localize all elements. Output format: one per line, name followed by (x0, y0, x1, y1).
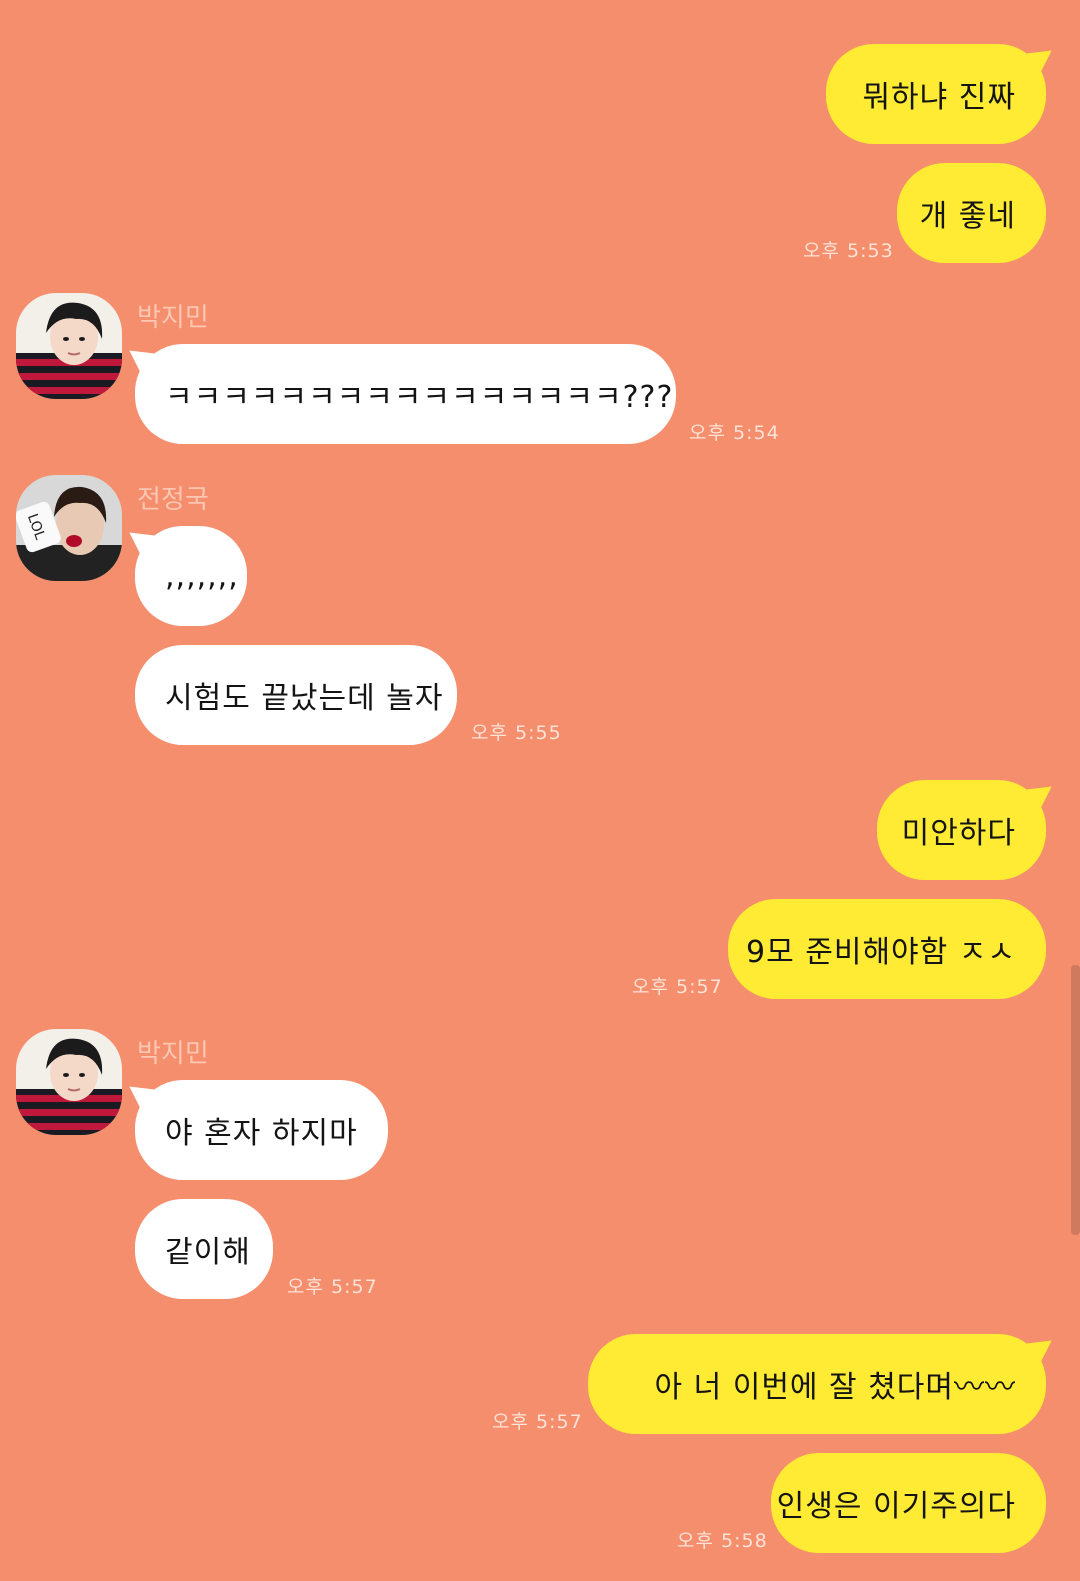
message-bubble-received[interactable]: 시험도 끝났는데 놀자 (135, 645, 457, 745)
message-bubble-sent[interactable]: 아 너 이번에 잘 쳤다며〰〰 (588, 1334, 1046, 1434)
message-text: ㅋㅋㅋㅋㅋㅋㅋㅋㅋㅋㅋㅋㅋㅋㅋㅋ??? (165, 380, 674, 415)
message-text: 야 혼자 하지마 (165, 1116, 358, 1151)
message-timestamp: 오후 5:57 (492, 1411, 583, 1433)
message-timestamp: 오후 5:53 (803, 240, 894, 262)
profile-photo-jungkook-icon: LOL (16, 475, 122, 581)
chat-view: 뭐하냐 진짜 개 좋네 오후 5:53 박지민 ㅋㅋㅋㅋㅋㅋㅋㅋㅋㅋㅋㅋㅋㅋㅋㅋ… (0, 0, 1080, 1581)
message-timestamp: 오후 5:57 (287, 1276, 378, 1298)
message-timestamp: 오후 5:54 (689, 422, 780, 444)
message-timestamp: 오후 5:58 (677, 1530, 768, 1552)
message-bubble-sent[interactable]: 미안하다 (877, 780, 1046, 880)
message-timestamp: 오후 5:55 (471, 722, 562, 744)
message-text: 시험도 끝났는데 놀자 (165, 681, 444, 716)
message-bubble-sent[interactable]: 개 좋네 (897, 163, 1046, 263)
message-text: ,,,,,,, (165, 558, 239, 594)
avatar-jimin[interactable] (16, 1029, 122, 1135)
message-bubble-sent[interactable]: 뭐하냐 진짜 (826, 44, 1046, 144)
sender-name: 박지민 (137, 303, 209, 333)
message-bubble-received[interactable]: ,,,,,,, (135, 526, 247, 626)
message-bubble-received[interactable]: ㅋㅋㅋㅋㅋㅋㅋㅋㅋㅋㅋㅋㅋㅋㅋㅋ??? (135, 344, 676, 444)
profile-photo-jimin-icon (16, 293, 122, 399)
avatar-jimin[interactable] (16, 293, 122, 399)
scrollbar[interactable] (1071, 965, 1080, 1235)
sender-name: 전정국 (137, 485, 209, 515)
message-text: 뭐하냐 진짜 (862, 80, 1016, 115)
message-text: 9모 준비해야함 ㅈㅅ (746, 935, 1016, 970)
avatar-jungkook[interactable]: LOL (16, 475, 122, 581)
message-bubble-received[interactable]: 야 혼자 하지마 (135, 1080, 388, 1180)
profile-photo-jimin-icon (16, 1029, 122, 1135)
message-bubble-sent[interactable]: 인생은 이기주의다 (771, 1453, 1046, 1553)
message-text: 아 너 이번에 잘 쳤다며〰〰 (654, 1370, 1016, 1405)
message-text: 같이해 (165, 1235, 251, 1270)
message-timestamp: 오후 5:57 (632, 976, 723, 998)
message-bubble-sent[interactable]: 9모 준비해야함 ㅈㅅ (728, 899, 1046, 999)
message-text: 미안하다 (901, 816, 1016, 851)
message-text: 인생은 이기주의다 (776, 1489, 1016, 1524)
message-text: 개 좋네 (919, 199, 1016, 234)
sender-name: 박지민 (137, 1039, 209, 1069)
message-bubble-received[interactable]: 같이해 (135, 1199, 273, 1299)
